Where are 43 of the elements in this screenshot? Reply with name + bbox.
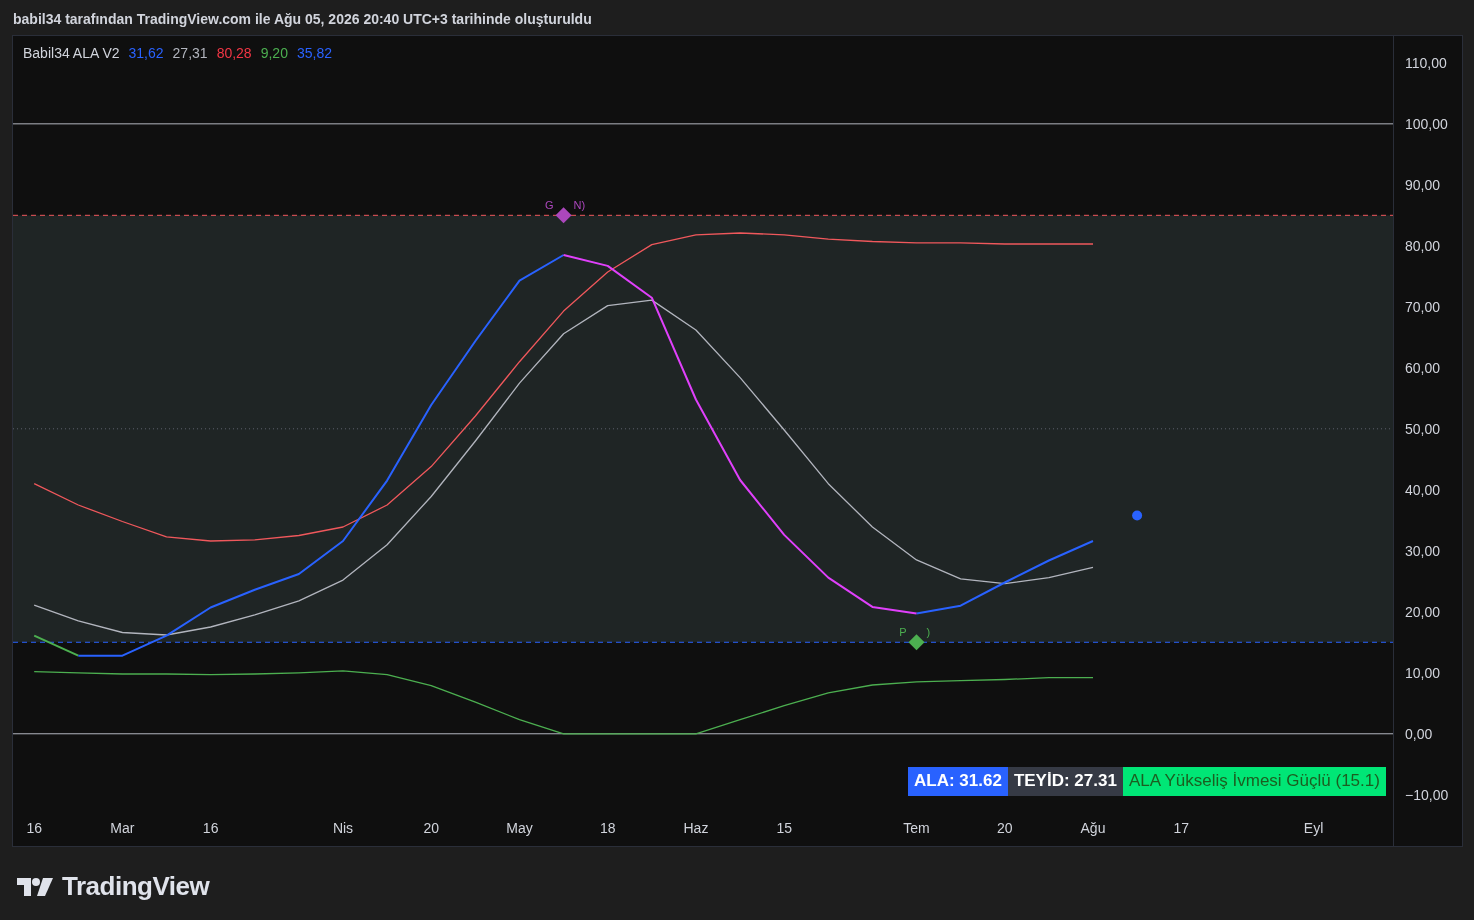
axis-label: 20	[997, 820, 1013, 836]
axis-label: 70,00	[1405, 298, 1441, 315]
axis-label: Mar	[110, 820, 135, 836]
axis-label: 110,00	[1405, 54, 1447, 71]
axis-label: −10,00	[1405, 786, 1449, 803]
axis-label: 0,00	[1405, 725, 1433, 742]
axis-label: 10,00	[1405, 664, 1441, 681]
legend-value: 31,62	[128, 45, 164, 61]
legend-value: 35,82	[296, 45, 332, 61]
axis-label: 50,00	[1405, 420, 1441, 437]
logo-icon	[16, 875, 54, 898]
axis-label: 20,00	[1405, 603, 1441, 620]
axis-label: Eyl	[1303, 820, 1324, 836]
axis-label: 17	[1173, 820, 1189, 836]
axis-label: Haz	[683, 820, 709, 836]
axis-label: 100,00	[1405, 115, 1448, 132]
status-label: TEYİD: 27.31	[1007, 767, 1123, 796]
indicator-name: Babil34 ALA V2	[23, 45, 120, 61]
legend-value: 27,31	[172, 45, 208, 61]
axis-label: 90,00	[1405, 176, 1441, 193]
axis-label: 40,00	[1405, 481, 1441, 498]
axis-label: 60,00	[1405, 359, 1441, 376]
axis-label: 20	[423, 820, 439, 836]
status-label: ALA Yükseliş İvmesi Güçlü (15.1)	[1122, 767, 1386, 796]
status-label: ALA: 31.62	[908, 767, 1008, 796]
axis-label: 18	[599, 820, 616, 836]
marker-label: )	[926, 626, 931, 639]
marker-label: G	[545, 199, 554, 212]
axis-label: Ağu	[1080, 820, 1106, 836]
axis-label: May	[506, 820, 533, 836]
axis-label: 80,00	[1405, 237, 1441, 254]
chart-caption: babil34 tarafından TradingView.com ile Ağu 05, 2026 20:40 UTC+3 tarihinde oluşturuldu	[12, 10, 593, 29]
legend-value: 9,20	[260, 45, 288, 61]
axis-label: 30,00	[1405, 542, 1441, 559]
axis-label: 16	[202, 820, 219, 836]
marker-label: N)	[573, 199, 586, 212]
axis-label: Nis	[332, 820, 354, 836]
brand-name: TradingView	[62, 871, 210, 902]
axis-label: 16	[26, 820, 42, 836]
axis-label: Tem	[903, 820, 930, 836]
legend-value: 80,28	[216, 45, 252, 61]
marker-label: P	[899, 626, 907, 639]
axis-label: 15	[776, 820, 792, 836]
